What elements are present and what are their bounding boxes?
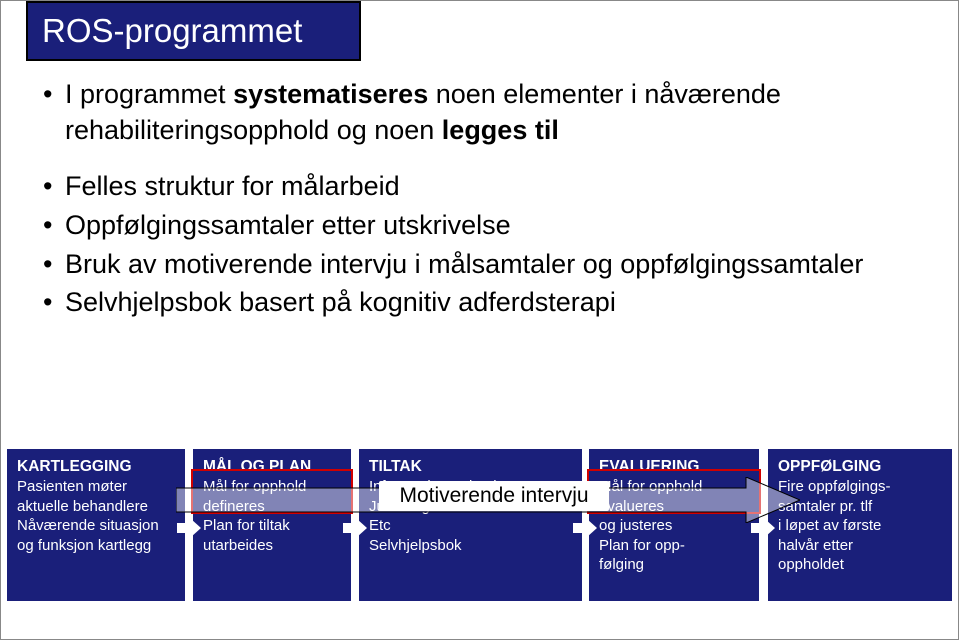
flow-col-line: utarbeides — [203, 536, 341, 556]
flow-col-line: evalueres — [599, 497, 749, 517]
flow-col-line: følging — [599, 555, 749, 575]
flow-col-line: halvår etter — [778, 536, 942, 556]
slide-title: ROS-programmet — [26, 1, 361, 61]
bullet-item: • Bruk av motiverende intervju i målsamt… — [43, 247, 913, 283]
arrow-label: Motiverende intervju — [379, 481, 609, 511]
bullet-dot-icon: • — [43, 208, 65, 244]
flow-diagram: KARTLEGGING Pasienten møter aktuelle beh… — [1, 431, 959, 621]
flow-col-oppfolging: OPPFØLGING Fire oppfølgings- samtaler pr… — [768, 449, 952, 601]
flow-col-line: Nåværende situasjon — [17, 516, 175, 536]
flow-col-line: Selvhjelpsbok — [369, 536, 572, 556]
flow-col-line: Plan for tiltak — [203, 516, 341, 536]
flow-col-line: og justeres — [599, 516, 749, 536]
slide: ROS-programmet • I programmet systematis… — [0, 0, 959, 640]
flow-col-line: oppholdet — [778, 555, 942, 575]
flow-col-kartlegging: KARTLEGGING Pasienten møter aktuelle beh… — [7, 449, 185, 601]
bullet-list: • I programmet systematiseres noen eleme… — [43, 77, 913, 324]
flow-col-heading: OPPFØLGING — [778, 457, 942, 477]
flow-col-line: defineres — [203, 497, 341, 517]
bullet-text: Felles struktur for målarbeid — [65, 169, 913, 205]
flow-col-line: i løpet av første — [778, 516, 942, 536]
flow-col-line: Pasienten møter — [17, 477, 175, 497]
bullet-text: Oppfølgingssamtaler etter utskrivelse — [65, 208, 913, 244]
flow-col-line: Etc — [369, 516, 572, 536]
bullet-item: • Selvhjelpsbok basert på kognitiv adfer… — [43, 285, 913, 321]
bullet-dot-icon: • — [43, 285, 65, 321]
flow-col-line: samtaler pr. tlf — [778, 497, 942, 517]
flow-col-line: aktuelle behandlere — [17, 497, 175, 517]
bullet-item: • Felles struktur for målarbeid — [43, 169, 913, 205]
bullet-dot-icon: • — [43, 169, 65, 205]
flow-col-line: Plan for opp- — [599, 536, 749, 556]
flow-col-line: Mål for opphold — [599, 477, 749, 497]
flow-col-heading: EVALUERING — [599, 457, 749, 477]
bullet-text: I programmet systematiseres noen element… — [65, 77, 913, 148]
flow-col-heading: MÅL OG PLAN — [203, 457, 341, 477]
flow-col-maal-og-plan: MÅL OG PLAN Mål for opphold defineres Pl… — [193, 449, 351, 601]
bullet-dot-icon: • — [43, 247, 65, 283]
flow-col-tiltak: TILTAK Informasjonundervisn Justering av… — [359, 449, 582, 601]
bullet-dot-icon: • — [43, 77, 65, 113]
bullet-text: Bruk av motiverende intervju i målsamtal… — [65, 247, 913, 283]
bullet-item: • Oppfølgingssamtaler etter utskrivelse — [43, 208, 913, 244]
bullet-text: Selvhjelpsbok basert på kognitiv adferds… — [65, 285, 913, 321]
flow-col-heading: KARTLEGGING — [17, 457, 175, 477]
flow-col-line: og funksjon kartlegg — [17, 536, 175, 556]
flow-col-line: Fire oppfølgings- — [778, 477, 942, 497]
flow-col-line: Mål for opphold — [203, 477, 341, 497]
flow-col-evaluering: EVALUERING Mål for opphold evalueres og … — [589, 449, 759, 601]
bullet-item: • I programmet systematiseres noen eleme… — [43, 77, 913, 148]
flow-col-heading: TILTAK — [369, 457, 572, 477]
